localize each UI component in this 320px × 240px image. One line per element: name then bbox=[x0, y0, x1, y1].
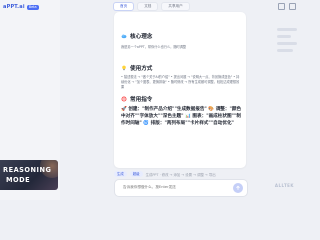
section-commands: 常用指令 bbox=[121, 95, 152, 103]
history-item[interactable] bbox=[277, 35, 291, 38]
watermark-logo: ALLTEK bbox=[274, 183, 294, 188]
brand-name: aPPT.ai bbox=[3, 4, 25, 10]
section-usage-text: • 描述想法 → "做个关于AI的介绍" • 提出问题 → "说明大一点、背景换… bbox=[121, 75, 240, 89]
tab-bar: 首页 文档 共享用户 bbox=[113, 2, 190, 11]
send-button[interactable] bbox=[233, 183, 243, 193]
chip-generate[interactable]: 生成 bbox=[114, 171, 127, 177]
welcome-card: 核心理念 我是另一个aPPT，帮你什么也行么，随时调整 使用方式 • 描述想法 … bbox=[114, 12, 246, 168]
chip-super[interactable]: 超级 bbox=[129, 171, 143, 177]
section-core-text: 我是另一个aPPT，帮你什么也行么，随时调整 bbox=[121, 45, 187, 49]
top-right-actions bbox=[278, 3, 296, 10]
expand-icon[interactable] bbox=[289, 3, 296, 10]
tab-shared[interactable]: 共享用户 bbox=[161, 2, 190, 11]
banner-line-1: REASONING bbox=[3, 166, 52, 174]
quick-bar-hint: 生成PPT · 修改 → 添加 → 设置 → 调整 → 导出 bbox=[145, 172, 216, 177]
section-commands-text: 🚀 创建："制作产品介绍""生成数据报告" 🎨 调整："颜色中对齐""字体放大"… bbox=[121, 107, 242, 127]
tab-home[interactable]: 首页 bbox=[113, 2, 135, 11]
lightbulb-icon bbox=[122, 65, 126, 71]
section-core: 核心理念 bbox=[121, 32, 152, 40]
section-commands-title: 常用指令 bbox=[130, 97, 153, 103]
history-list bbox=[277, 28, 297, 56]
section-core-title: 核心理念 bbox=[130, 34, 153, 40]
banner-line-2: MODE bbox=[6, 176, 31, 184]
chat-input[interactable] bbox=[121, 184, 225, 190]
window-icon[interactable] bbox=[278, 3, 285, 10]
reasoning-mode-banner[interactable]: REASONING MODE bbox=[0, 160, 58, 190]
main-area: 首页 文档 共享用户 核心理念 我是另一个aPPT，帮你什么也行么，随时调整 使… bbox=[60, 0, 300, 200]
tab-docs[interactable]: 文档 bbox=[137, 2, 159, 11]
history-item[interactable] bbox=[277, 49, 293, 52]
chat-input-box[interactable] bbox=[114, 179, 248, 197]
brand-badge: Beta bbox=[26, 4, 39, 10]
cloud-icon bbox=[121, 34, 127, 39]
history-item[interactable] bbox=[277, 42, 297, 45]
brand[interactable]: aPPT.ai Beta bbox=[3, 4, 39, 10]
sidebar: aPPT.ai Beta REASONING MODE bbox=[0, 0, 60, 200]
section-usage: 使用方式 bbox=[121, 64, 152, 72]
send-icon bbox=[236, 185, 240, 190]
history-item[interactable] bbox=[277, 28, 297, 31]
section-usage-title: 使用方式 bbox=[130, 66, 153, 72]
quick-bar: 生成 超级 生成PPT · 修改 → 添加 → 设置 → 调整 → 导出 bbox=[114, 171, 216, 177]
target-icon bbox=[121, 96, 127, 102]
